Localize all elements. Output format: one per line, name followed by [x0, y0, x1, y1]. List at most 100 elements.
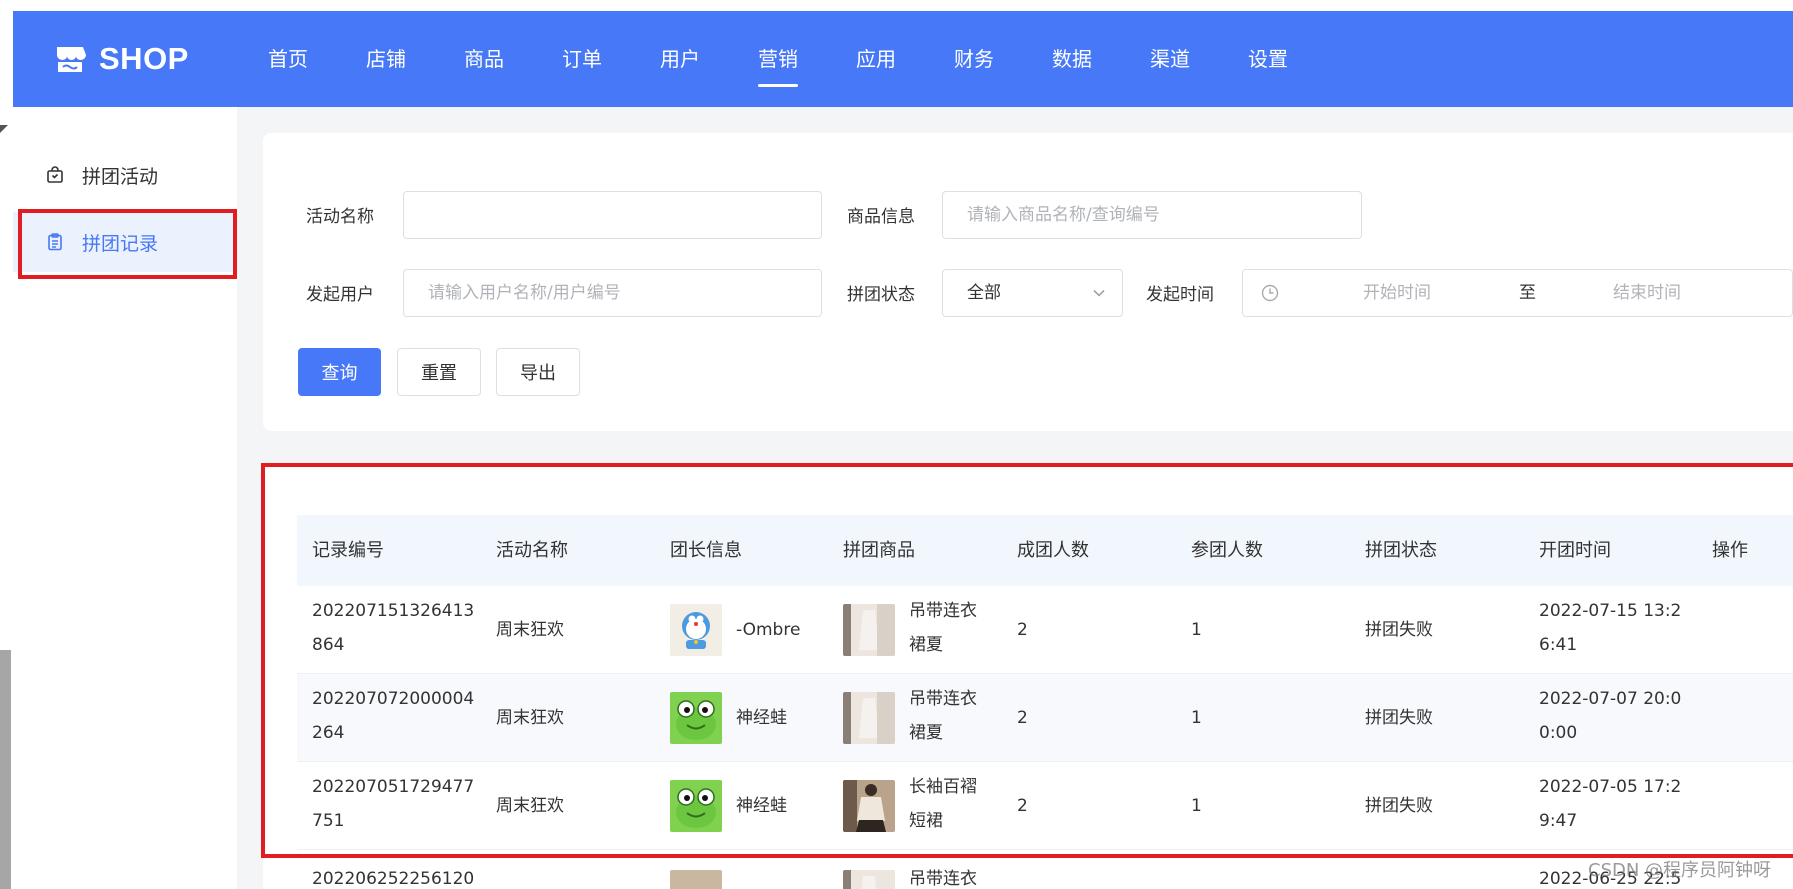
col-joined-count: 参团人数 — [1191, 540, 1263, 561]
table-header: 记录编号 活动名称 团长信息 拼团商品 成团人数 参团人数 拼团状态 开团时间 … — [297, 515, 1793, 586]
product-name-line: 短裙 — [909, 811, 943, 831]
col-product: 拼团商品 — [843, 540, 915, 561]
group-size: 2 — [1017, 796, 1028, 816]
leader-avatar — [670, 604, 722, 656]
activity-name-label: 活动名称 — [306, 207, 374, 227]
activity-name-input[interactable] — [403, 191, 822, 239]
nav-home[interactable]: 首页 — [268, 11, 308, 107]
product-name[interactable]: 吊带连衣 裙夏 — [909, 682, 977, 750]
product-info-label: 商品信息 — [847, 207, 915, 227]
product-name-line: 长袖百褶 — [909, 777, 977, 797]
record-id: 202207151326413 864 — [312, 594, 474, 662]
date-range-picker[interactable]: 开始时间 至 结束时间 — [1242, 269, 1793, 317]
table-row[interactable]: 202207051729477 751 周末狂欢 神经蛙 长袖百褶 短裙 2 1… — [297, 762, 1793, 850]
sidebar: 拼团活动 拼团记录 — [13, 107, 237, 889]
open-time-line: 0:00 — [1539, 723, 1578, 743]
open-time: 2022-07-07 20:0 0:00 — [1539, 682, 1681, 750]
chevron-down-icon — [1093, 289, 1105, 297]
nav-finance[interactable]: 财务 — [954, 11, 994, 107]
open-time: 2022-07-05 17:2 9:47 — [1539, 770, 1681, 838]
initiator-input[interactable]: 请输入用户名称/用户编号 — [403, 269, 822, 317]
leader-name: 神经蛙 — [736, 796, 787, 816]
leader-avatar — [670, 692, 722, 744]
product-name[interactable]: 吊带连衣 — [909, 862, 977, 889]
clipboard-icon — [48, 233, 62, 251]
col-record-id: 记录编号 — [312, 540, 384, 561]
activity-name: 周末狂欢 — [496, 796, 564, 816]
leader-avatar — [670, 780, 722, 832]
time-label: 发起时间 — [1146, 285, 1214, 305]
group-size: 2 — [1017, 620, 1028, 640]
sidebar-item-label: 拼团活动 — [82, 165, 159, 188]
start-time-input[interactable]: 开始时间 — [1363, 270, 1431, 316]
nav-data[interactable]: 数据 — [1052, 11, 1092, 107]
activity-name: 周末狂欢 — [496, 620, 564, 640]
col-status: 拼团状态 — [1365, 540, 1437, 561]
product-thumbnail[interactable] — [843, 870, 895, 889]
record-id-line: 264 — [312, 723, 345, 743]
table-row[interactable]: 202207072000004 264 周末狂欢 神经蛙 吊带连衣 裙夏 2 1… — [297, 674, 1793, 762]
nav-settings[interactable]: 设置 — [1248, 11, 1288, 107]
col-open-time: 开团时间 — [1539, 540, 1611, 561]
sidebar-item-group-records[interactable]: 拼团记录 — [13, 212, 237, 272]
initiator-label: 发起用户 — [306, 285, 374, 305]
open-time-line: 6:41 — [1539, 635, 1578, 655]
product-name[interactable]: 吊带连衣 裙夏 — [909, 594, 977, 662]
record-id-line: 202207051729477 — [312, 777, 475, 797]
dress-image — [843, 692, 895, 744]
leader-name: -Ombre — [736, 620, 801, 640]
shop-icon — [57, 47, 86, 72]
reset-button[interactable]: 重置 — [397, 348, 481, 396]
export-button[interactable]: 导出 — [496, 348, 580, 396]
skirt-image — [843, 780, 895, 832]
product-thumbnail[interactable] — [843, 780, 895, 832]
table-row[interactable]: 202207151326413 864 周末狂欢 -Ombre 吊带连衣 裙夏 … — [297, 586, 1793, 674]
product-name-line: 裙夏 — [909, 635, 943, 655]
product-info-input[interactable]: 请输入商品名称/查询编号 — [942, 191, 1362, 239]
product-name-line: 吊带连衣 — [909, 689, 977, 709]
nav-marketing[interactable]: 营销 — [758, 11, 798, 107]
col-activity-name: 活动名称 — [496, 540, 568, 561]
nav-products[interactable]: 商品 — [464, 11, 504, 107]
status-select[interactable]: 全部 — [942, 269, 1123, 317]
open-time-line: 2022-07-05 17:2 — [1539, 777, 1682, 797]
nav-channels[interactable]: 渠道 — [1150, 11, 1190, 107]
joined-count: 1 — [1191, 796, 1202, 816]
nav-store[interactable]: 店铺 — [366, 11, 406, 107]
group-size: 2 — [1017, 708, 1028, 728]
activity-name: 周末狂欢 — [496, 708, 564, 728]
product-thumbnail[interactable] — [843, 604, 895, 656]
record-id: 202207072000004 264 — [312, 682, 474, 750]
scrollbar-track[interactable] — [0, 650, 11, 889]
open-time-line: 2022-07-15 13:2 — [1539, 601, 1682, 621]
dress-image — [843, 604, 895, 656]
group-status: 拼团失败 — [1365, 620, 1433, 640]
nav-users[interactable]: 用户 — [660, 11, 700, 107]
nav-apps[interactable]: 应用 — [856, 11, 896, 107]
sidebar-item-group-activity[interactable]: 拼团活动 — [13, 145, 237, 205]
leader-avatar — [670, 870, 722, 889]
record-id: 202207051729477 751 — [312, 770, 474, 838]
query-button[interactable]: 查询 — [298, 348, 381, 396]
open-time-line: 2022-07-07 20:0 — [1539, 689, 1682, 709]
dress-image — [843, 870, 895, 889]
brand-name: SHOP — [99, 41, 189, 76]
record-id-line: 202207151326413 — [312, 601, 475, 621]
leader-name: 神经蛙 — [736, 708, 787, 728]
nav-orders[interactable]: 订单 — [562, 11, 602, 107]
watermark: CSDN @程序员阿钟呀 — [1588, 860, 1772, 881]
product-thumbnail[interactable] — [843, 692, 895, 744]
record-id: 202206252256120 — [312, 869, 475, 889]
brand-logo[interactable]: SHOP — [53, 41, 189, 77]
table-row[interactable]: 202206252256120 吊带连衣 2022-06-25 22:5 — [297, 850, 1793, 889]
col-group-size: 成团人数 — [1017, 540, 1089, 561]
end-time-input[interactable]: 结束时间 — [1613, 270, 1681, 316]
product-name[interactable]: 长袖百褶 短裙 — [909, 770, 977, 838]
frog-icon — [670, 692, 722, 744]
product-name-line: 裙夏 — [909, 723, 943, 743]
open-time-line: 9:47 — [1539, 811, 1578, 831]
doraemon-icon — [670, 604, 722, 656]
range-separator: 至 — [1519, 283, 1536, 303]
joined-count: 1 — [1191, 620, 1202, 640]
clock-icon — [1261, 284, 1279, 302]
